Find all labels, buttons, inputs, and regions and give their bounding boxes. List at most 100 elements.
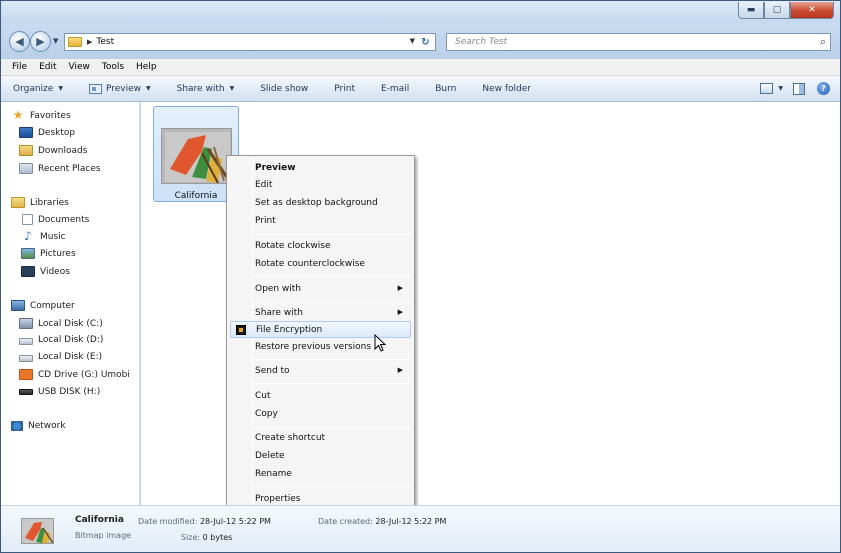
ctx-share-with[interactable]: Share with ▶	[230, 304, 411, 321]
organize-button[interactable]: Organize ▼	[13, 84, 63, 94]
image-thumbnail	[161, 128, 232, 184]
nav-label: Local Disk (C:)	[38, 318, 103, 329]
nav-pictures[interactable]: Pictures	[21, 248, 76, 259]
minimize-button[interactable]: ▬	[738, 2, 764, 19]
ctx-rotate-counterclockwise[interactable]: Rotate counterclockwise	[230, 255, 411, 272]
nav-recent-places[interactable]: Recent Places	[19, 163, 101, 174]
ctx-set-desktop-background[interactable]: Set as desktop background	[230, 194, 411, 211]
nav-videos[interactable]: Videos	[21, 266, 70, 277]
nav-documents[interactable]: Documents	[22, 214, 89, 225]
details-date-modified: Date modified: 28-Jul-12 5:22 PM	[138, 517, 271, 526]
ctx-rename[interactable]: Rename	[230, 465, 411, 482]
change-view-icon[interactable]	[760, 83, 774, 94]
nav-usb-disk[interactable]: USB DISK (H:)	[19, 387, 100, 397]
nav-libraries[interactable]: Libraries	[11, 197, 69, 208]
ctx-rotate-clockwise[interactable]: Rotate clockwise	[230, 237, 411, 254]
nav-label: Network	[28, 421, 66, 431]
ctx-copy[interactable]: Copy	[230, 405, 411, 422]
computer-icon	[11, 300, 25, 311]
email-button[interactable]: E-mail	[381, 84, 409, 94]
disk-icon	[19, 338, 33, 345]
ctx-delete[interactable]: Delete	[230, 447, 411, 464]
maximize-button[interactable]: ▢	[764, 2, 790, 19]
folder-icon	[68, 37, 82, 47]
menu-help[interactable]: Help	[130, 62, 163, 72]
address-bar[interactable]: ▶ Test ▼ ↻	[64, 33, 436, 51]
nav-label: Favorites	[30, 110, 71, 121]
search-box[interactable]: Search Test ⌕	[446, 33, 831, 51]
menu-edit[interactable]: Edit	[33, 62, 62, 72]
menu-separator	[254, 383, 412, 384]
view-controls: ▼ ?	[760, 82, 830, 95]
search-icon[interactable]: ⌕	[820, 35, 826, 49]
slide-show-button[interactable]: Slide show	[260, 84, 308, 94]
menu-file[interactable]: File	[6, 62, 33, 72]
star-icon: ★	[12, 108, 24, 122]
preview-pane-icon[interactable]	[793, 82, 805, 95]
refresh-icon[interactable]: ↻	[418, 35, 433, 49]
menu-separator	[254, 359, 412, 360]
view-dropdown-icon[interactable]: ▼	[778, 85, 783, 92]
nav-label: Local Disk (E:)	[38, 352, 103, 362]
help-icon[interactable]: ?	[817, 82, 830, 95]
ctx-send-to[interactable]: Send to ▶	[230, 362, 411, 379]
nav-local-disk-e[interactable]: Local Disk (E:)	[19, 352, 102, 362]
preview-button[interactable]: Preview ▼	[88, 83, 151, 94]
title-bar: ▬ ▢ ✕	[1, 1, 840, 23]
burn-button[interactable]: Burn	[435, 84, 456, 94]
menu-separator	[254, 302, 412, 303]
new-folder-button[interactable]: New folder	[482, 84, 531, 94]
breadcrumb-arrow-icon[interactable]: ▶	[87, 38, 92, 46]
menu-tools[interactable]: Tools	[96, 62, 130, 72]
ctx-print[interactable]: Print	[230, 212, 411, 229]
ctx-cut[interactable]: Cut	[230, 387, 411, 404]
ctx-label: Open with	[255, 283, 301, 294]
pictures-icon	[21, 248, 35, 259]
size-value: 0 bytes	[202, 533, 233, 542]
mouse-pointer-icon	[374, 334, 387, 352]
recent-pages-dropdown[interactable]: ▼	[53, 37, 58, 45]
back-button[interactable]: ◀	[9, 31, 30, 52]
address-row: ◀ ▶ ▼ ▶ Test ▼ ↻ Search Test ⌕	[1, 23, 840, 59]
nav-favorites[interactable]: ★ Favorites	[11, 108, 71, 122]
preview-label: Preview	[105, 83, 141, 94]
print-button[interactable]: Print	[334, 84, 355, 94]
details-pane: California Bitmap image Date modified: 2…	[1, 505, 840, 552]
ctx-preview[interactable]: Preview	[230, 159, 411, 176]
ctx-label: File Encryption	[256, 324, 323, 335]
details-file-name: California	[75, 515, 124, 525]
share-with-button[interactable]: Share with ▼	[177, 84, 235, 94]
menu-bar: File Edit View Tools Help	[1, 59, 840, 76]
nav-computer[interactable]: Computer	[11, 300, 75, 311]
nav-network[interactable]: Network	[11, 421, 66, 431]
submenu-arrow-icon: ▶	[397, 366, 403, 374]
usb-drive-icon	[19, 389, 33, 395]
close-button[interactable]: ✕	[790, 2, 834, 19]
search-placeholder[interactable]: Search Test	[455, 37, 507, 47]
music-icon: ♪	[24, 229, 32, 243]
breadcrumb-test[interactable]: Test	[96, 37, 114, 47]
command-bar: Organize ▼ Preview ▼ Share with ▼ Slide sho…	[1, 76, 840, 102]
network-icon	[11, 421, 23, 431]
context-menu: Preview Edit Set as desktop background P…	[226, 155, 415, 508]
menu-view[interactable]: View	[63, 62, 96, 72]
chevron-down-icon: ▼	[58, 85, 63, 92]
ctx-open-with[interactable]: Open with ▶	[230, 280, 411, 297]
ctx-create-shortcut[interactable]: Create shortcut	[230, 429, 411, 446]
chevron-down-icon: ▼	[146, 85, 151, 92]
nav-music[interactable]: ♪ Music	[21, 229, 65, 243]
libraries-icon	[11, 197, 25, 208]
downloads-icon	[19, 145, 33, 156]
nav-local-disk-d[interactable]: Local Disk (D:)	[19, 335, 103, 345]
caption-buttons: ▬ ▢ ✕	[738, 2, 834, 19]
address-dropdown[interactable]: ▼	[410, 37, 415, 45]
menu-separator	[254, 427, 412, 428]
ctx-edit[interactable]: Edit	[230, 176, 411, 193]
date-created-value: 28-Jul-12 5:22 PM	[375, 517, 447, 526]
nav-local-disk-c[interactable]: Local Disk (C:)	[19, 318, 103, 329]
nav-downloads[interactable]: Downloads	[19, 145, 87, 156]
nav-label: Videos	[40, 266, 70, 277]
nav-desktop[interactable]: Desktop	[19, 127, 75, 138]
nav-cd-drive[interactable]: CD Drive (G:) Umobi	[19, 369, 130, 380]
forward-button[interactable]: ▶	[30, 31, 51, 52]
